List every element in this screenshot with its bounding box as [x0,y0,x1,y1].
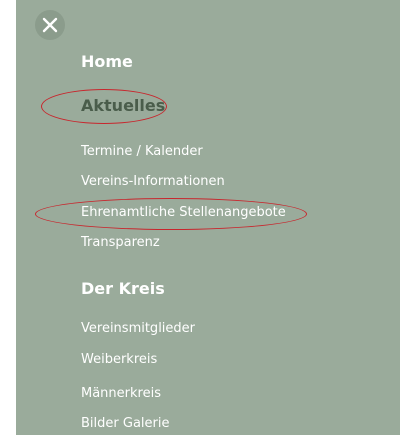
close-button[interactable] [35,10,65,40]
menu-item-maennerkreis[interactable]: Männerkreis [81,386,161,401]
menu-item-ehrenamtliche-stellenangebote[interactable]: Ehrenamtliche Stellenangebote [81,205,286,220]
menu-item-vereinsmitglieder[interactable]: Vereinsmitglieder [81,321,195,336]
mobile-menu-panel: Home Aktuelles Termine / Kalender Verein… [16,0,400,435]
menu-item-bilder-galerie[interactable]: Bilder Galerie [81,416,169,431]
menu-item-vereins-informationen[interactable]: Vereins-Informationen [81,174,225,189]
menu-item-home[interactable]: Home [81,52,133,71]
close-icon [42,17,58,33]
menu-item-der-kreis[interactable]: Der Kreis [81,279,165,298]
menu-item-weiberkreis[interactable]: Weiberkreis [81,352,157,367]
menu-item-aktuelles[interactable]: Aktuelles [81,96,165,115]
menu-item-termine-kalender[interactable]: Termine / Kalender [81,144,203,159]
menu-item-transparenz[interactable]: Transparenz [81,235,160,250]
